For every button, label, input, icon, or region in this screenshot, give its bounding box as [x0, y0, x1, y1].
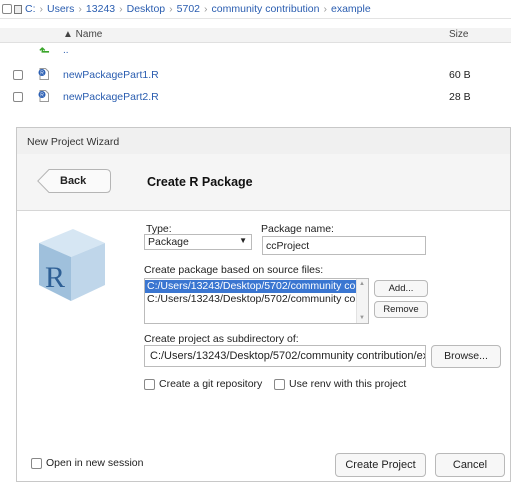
breadcrumb-separator: › [119, 3, 123, 15]
name-column-header[interactable]: ▲ Name [63, 29, 102, 40]
wizard-header: Back Create R Package [17, 154, 510, 211]
svg-text:R: R [45, 261, 65, 294]
breadcrumb-separator: › [78, 3, 82, 15]
parent-directory-row[interactable]: ⬑ .. [0, 44, 511, 60]
git-repository-checkbox[interactable]: Create a git repository [144, 378, 262, 390]
open-new-session-label: Open in new session [46, 457, 144, 469]
subdirectory-label: Create project as subdirectory of: [144, 333, 299, 345]
svg-text:R: R [40, 71, 44, 77]
drive-icon [14, 4, 22, 14]
file-size: 60 B [449, 69, 471, 81]
package-name-label: Package name: [261, 223, 334, 235]
breadcrumb-bar: C: › Users › 13243 › Desktop › 5702 › co… [0, 0, 511, 19]
file-checkbox[interactable] [13, 92, 23, 102]
breadcrumb-separator: › [169, 3, 173, 15]
r-file-icon: R [38, 90, 49, 102]
add-source-button[interactable]: Add... [374, 280, 428, 297]
parent-directory-link[interactable]: .. [63, 45, 69, 56]
new-project-wizard-dialog: New Project Wizard Back Create R Package… [16, 127, 511, 482]
up-arrow-icon: ⬑ [39, 44, 50, 59]
cancel-button[interactable]: Cancel [435, 453, 505, 477]
r-package-icon: R [39, 229, 105, 301]
open-new-session-checkbox[interactable]: Open in new session [31, 457, 143, 469]
remove-source-button[interactable]: Remove [374, 301, 428, 318]
dialog-title-bar: New Project Wizard [17, 128, 510, 155]
breadcrumb-separator: › [39, 3, 44, 15]
scroll-up-icon[interactable]: ▲ [359, 281, 365, 287]
breadcrumb-separator: › [204, 3, 208, 15]
breadcrumb-item[interactable]: community contribution [212, 3, 320, 15]
select-all-checkbox[interactable] [2, 4, 12, 14]
package-name-input[interactable] [262, 236, 426, 255]
browse-button[interactable]: Browse... [431, 345, 501, 368]
breadcrumb-item[interactable]: Users [47, 3, 74, 15]
source-file-item[interactable]: C:/Users/13243/Desktop/5702/community co… [145, 293, 357, 306]
dropdown-caret-icon: ▼ [239, 236, 247, 245]
breadcrumb: C: › Users › 13243 › Desktop › 5702 › co… [14, 3, 371, 15]
renv-checkbox[interactable]: Use renv with this project [274, 378, 406, 390]
breadcrumb-item[interactable]: 5702 [177, 3, 200, 15]
size-column-header[interactable]: Size [449, 29, 468, 40]
file-size: 28 B [449, 91, 471, 103]
back-button-label: Back [60, 175, 87, 187]
checkbox-box [31, 457, 42, 469]
breadcrumb-item[interactable]: example [331, 3, 371, 15]
create-project-button[interactable]: Create Project [335, 453, 426, 477]
back-button[interactable]: Back [37, 169, 111, 193]
checkbox-box [144, 378, 155, 390]
r-file-icon: R [38, 68, 49, 80]
file-list-header: ▲ Name Size [0, 28, 511, 43]
type-select[interactable]: Package ▼ [144, 234, 252, 250]
source-file-item-selected[interactable]: C:/Users/13243/Desktop/5702/community co… [145, 280, 357, 293]
breadcrumb-separator: › [323, 3, 327, 15]
file-checkbox[interactable] [13, 70, 23, 80]
breadcrumb-item[interactable]: Desktop [127, 3, 166, 15]
file-name-link[interactable]: newPackagePart2.R [63, 91, 159, 103]
source-files-list[interactable]: C:/Users/13243/Desktop/5702/community co… [144, 278, 369, 324]
file-row: R newPackagePart1.R 60 B [0, 66, 511, 84]
wizard-heading: Create R Package [147, 175, 253, 189]
git-repository-label: Create a git repository [159, 378, 263, 390]
type-select-value: Package [148, 236, 189, 248]
file-row: R newPackagePart2.R 28 B [0, 88, 511, 106]
svg-text:R: R [40, 93, 44, 99]
list-scrollbar[interactable]: ▲ ▼ [356, 279, 368, 323]
breadcrumb-item[interactable]: C: [25, 3, 36, 15]
breadcrumb-item[interactable]: 13243 [86, 3, 115, 15]
source-files-label: Create package based on source files: [144, 264, 324, 276]
renv-label: Use renv with this project [289, 378, 407, 390]
dialog-title: New Project Wizard [27, 136, 120, 148]
file-name-link[interactable]: newPackagePart1.R [63, 69, 159, 81]
subdirectory-input[interactable]: C:/Users/13243/Desktop/5702/community co… [144, 345, 426, 367]
scroll-down-icon[interactable]: ▼ [359, 315, 365, 321]
checkbox-box [274, 378, 285, 390]
